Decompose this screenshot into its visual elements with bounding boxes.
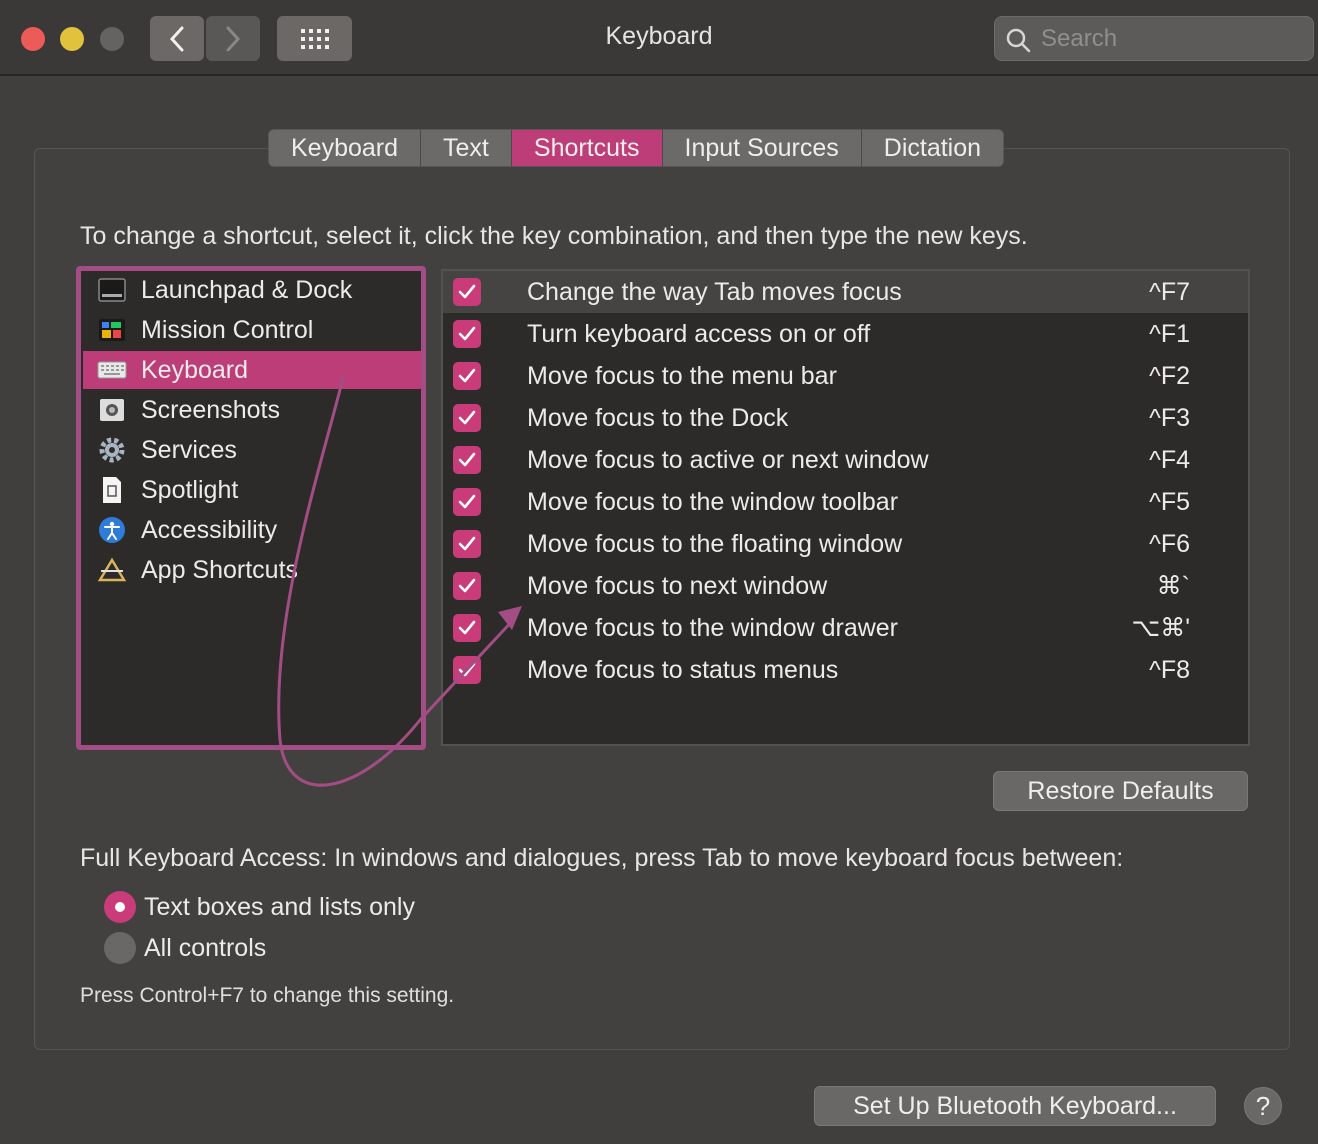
search-placeholder: Search xyxy=(1041,25,1118,52)
shortcut-row[interactable]: Move focus to the Dock ^F3 xyxy=(443,397,1248,439)
checkmark-icon xyxy=(458,662,476,677)
shortcut-key[interactable]: ⌘` xyxy=(1157,571,1190,601)
mission-control-icon xyxy=(97,316,127,344)
checkmark-icon xyxy=(458,368,476,383)
shortcut-key[interactable]: ^F6 xyxy=(1149,530,1190,559)
gear-icon xyxy=(97,436,127,464)
shortcut-row[interactable]: Turn keyboard access on or off ^F1 xyxy=(443,313,1248,355)
shortcut-checkbox[interactable] xyxy=(453,572,481,600)
checkmark-icon xyxy=(458,410,476,425)
full-keyboard-access-label: Full Keyboard Access: In windows and dia… xyxy=(80,844,1124,872)
restore-defaults-button[interactable]: Restore Defaults xyxy=(993,771,1248,811)
radio-all-controls[interactable]: All controls xyxy=(104,932,266,964)
tab-bar: Keyboard Text Shortcuts Input Sources Di… xyxy=(268,129,1005,167)
radio-label: All controls xyxy=(144,933,267,962)
radio-button[interactable] xyxy=(104,932,136,964)
shortcut-label: Move focus to the window drawer xyxy=(527,613,899,642)
shortcut-row[interactable]: Move focus to status menus ^F8 xyxy=(443,649,1248,691)
category-label: Keyboard xyxy=(141,355,249,384)
shortcut-checkbox[interactable] xyxy=(453,656,481,684)
hint-text: Press Control+F7 to change this setting. xyxy=(80,984,455,1007)
category-accessibility[interactable]: Accessibility xyxy=(83,511,421,549)
shortcut-row[interactable]: Move focus to the window drawer ⌥⌘' xyxy=(443,607,1248,649)
shortcut-row[interactable]: Move focus to the menu bar ^F2 xyxy=(443,355,1248,397)
category-list[interactable]: Launchpad & Dock Mission Control Keyboar… xyxy=(76,266,426,750)
setup-bluetooth-keyboard-button[interactable]: Set Up Bluetooth Keyboard... xyxy=(814,1086,1216,1126)
shortcut-label: Move focus to the Dock xyxy=(527,403,789,432)
shortcut-checkbox[interactable] xyxy=(453,530,481,558)
category-label: Mission Control xyxy=(141,315,314,344)
shortcut-label: Move focus to the menu bar xyxy=(527,361,837,390)
search-icon xyxy=(1006,28,1031,53)
shortcut-checkbox[interactable] xyxy=(453,614,481,642)
category-keyboard[interactable]: Keyboard xyxy=(83,351,421,389)
category-label: Services xyxy=(141,435,237,464)
checkmark-icon xyxy=(458,284,476,299)
keyboard-icon xyxy=(97,356,127,384)
checkmark-icon xyxy=(458,578,476,593)
shortcut-key[interactable]: ^F5 xyxy=(1149,488,1190,517)
tab-shortcuts[interactable]: Shortcuts xyxy=(511,130,663,166)
checkmark-icon xyxy=(458,326,476,341)
category-services[interactable]: Services xyxy=(83,431,421,469)
shortcuts-list[interactable]: Change the way Tab moves focus ^F7 Turn … xyxy=(441,269,1250,746)
title-bar: Keyboard Search xyxy=(0,0,1318,76)
category-label: Screenshots xyxy=(141,395,280,424)
shortcut-key[interactable]: ⌥⌘' xyxy=(1131,613,1190,643)
shortcut-key[interactable]: ^F4 xyxy=(1149,446,1190,475)
shortcut-row[interactable]: Move focus to the floating window ^F6 xyxy=(443,523,1248,565)
shortcut-label: Move focus to the floating window xyxy=(527,529,903,558)
app-shortcuts-icon xyxy=(97,556,127,584)
shortcut-row[interactable]: Change the way Tab moves focus ^F7 xyxy=(443,271,1248,313)
radio-label: Text boxes and lists only xyxy=(144,892,415,921)
category-launchpad-dock[interactable]: Launchpad & Dock xyxy=(83,271,421,309)
shortcut-checkbox[interactable] xyxy=(453,278,481,306)
shortcut-checkbox[interactable] xyxy=(453,404,481,432)
instruction-text: To change a shortcut, select it, click t… xyxy=(80,222,1028,250)
tab-keyboard[interactable]: Keyboard xyxy=(269,130,422,166)
shortcut-checkbox[interactable] xyxy=(453,446,481,474)
shortcut-checkbox[interactable] xyxy=(453,320,481,348)
category-screenshots[interactable]: Screenshots xyxy=(83,391,421,429)
shortcut-checkbox[interactable] xyxy=(453,488,481,516)
category-label: App Shortcuts xyxy=(141,555,299,584)
screenshot-icon xyxy=(97,396,127,424)
checkmark-icon xyxy=(458,452,476,467)
category-label: Accessibility xyxy=(141,515,278,544)
category-mission-control[interactable]: Mission Control xyxy=(83,311,421,349)
shortcut-label: Move focus to status menus xyxy=(527,655,839,684)
checkmark-icon xyxy=(458,620,476,635)
shortcut-label: Turn keyboard access on or off xyxy=(527,319,871,348)
checkmark-icon xyxy=(458,536,476,551)
shortcut-label: Move focus to the window toolbar xyxy=(527,487,899,516)
shortcut-checkbox[interactable] xyxy=(453,362,481,390)
shortcut-key[interactable]: ^F1 xyxy=(1149,320,1190,349)
shortcut-row[interactable]: Move focus to next window ⌘` xyxy=(443,565,1248,607)
radio-button-selected[interactable] xyxy=(104,891,136,923)
search-input[interactable]: Search xyxy=(994,16,1314,61)
shortcut-label: Change the way Tab moves focus xyxy=(527,277,902,306)
shortcut-key[interactable]: ^F3 xyxy=(1149,404,1190,433)
shortcut-key[interactable]: ^F7 xyxy=(1149,278,1190,307)
shortcut-key[interactable]: ^F2 xyxy=(1149,362,1190,391)
shortcut-label: Move focus to active or next window xyxy=(527,445,929,474)
tab-text[interactable]: Text xyxy=(421,130,512,166)
category-label: Launchpad & Dock xyxy=(141,275,353,304)
shortcut-row[interactable]: Move focus to the window toolbar ^F5 xyxy=(443,481,1248,523)
radio-text-boxes-lists[interactable]: Text boxes and lists only xyxy=(104,891,415,923)
category-label: Spotlight xyxy=(141,475,239,504)
shortcut-key[interactable]: ^F8 xyxy=(1149,656,1190,685)
category-app-shortcuts[interactable]: App Shortcuts xyxy=(83,551,421,589)
help-button[interactable]: ? xyxy=(1244,1087,1282,1125)
document-icon xyxy=(97,476,127,504)
tab-dictation[interactable]: Dictation xyxy=(861,130,1004,166)
launchpad-dock-icon xyxy=(97,276,127,304)
accessibility-icon xyxy=(97,516,127,544)
category-spotlight[interactable]: Spotlight xyxy=(83,471,421,509)
shortcut-row[interactable]: Move focus to active or next window ^F4 xyxy=(443,439,1248,481)
shortcut-label: Move focus to next window xyxy=(527,571,828,600)
checkmark-icon xyxy=(458,494,476,509)
tab-input-sources[interactable]: Input Sources xyxy=(662,130,862,166)
